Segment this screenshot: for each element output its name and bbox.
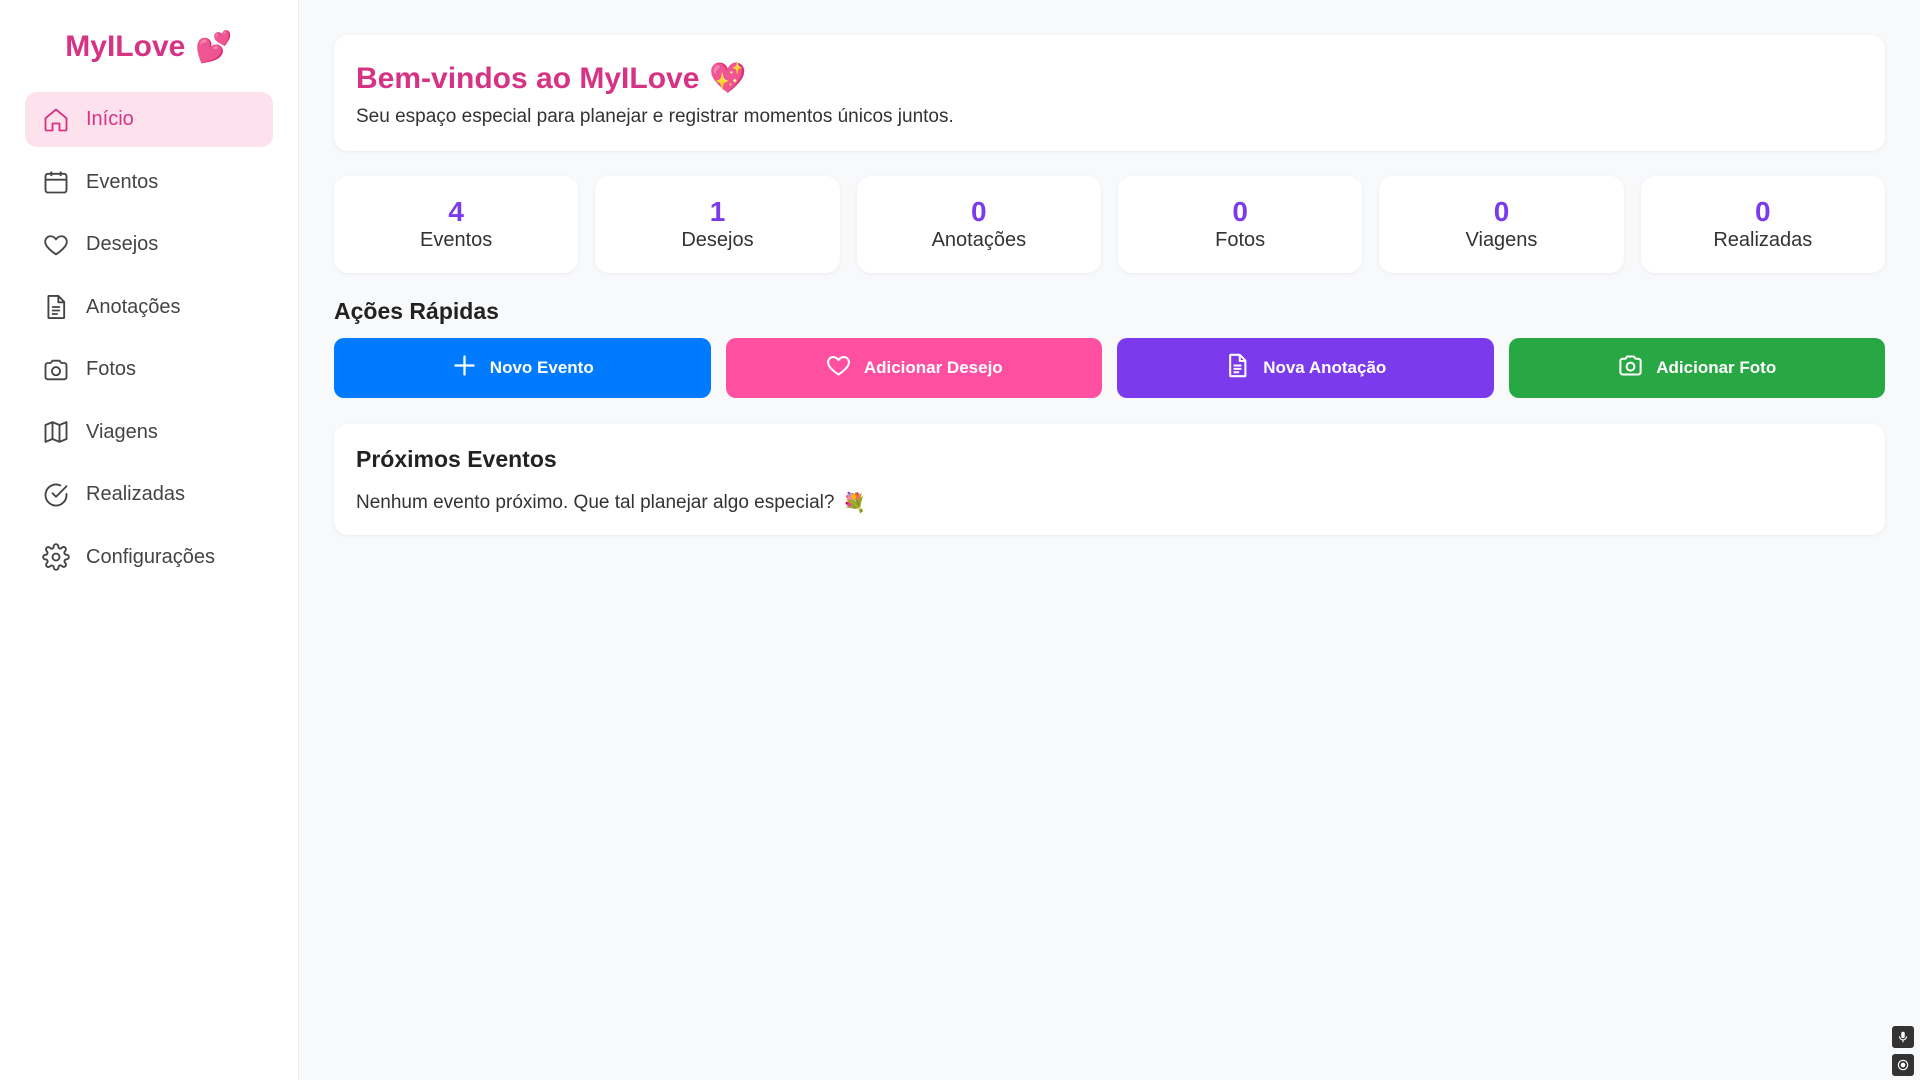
camera-icon bbox=[1617, 352, 1644, 384]
empty-message-text: Nenhum evento próximo. Que tal planejar … bbox=[356, 492, 835, 513]
sidebar-item-label: Viagens bbox=[86, 420, 158, 443]
new-note-button[interactable]: Nova Anotação bbox=[1117, 338, 1494, 398]
home-icon bbox=[41, 105, 71, 135]
sidebar-item-fotos[interactable]: Fotos bbox=[25, 342, 273, 397]
button-label: Adicionar Desejo bbox=[863, 358, 1003, 377]
stat-eventos[interactable]: 4 Eventos bbox=[334, 176, 579, 273]
stat-viagens[interactable]: 0 Viagens bbox=[1379, 176, 1624, 273]
button-label: Adicionar Foto bbox=[1656, 358, 1777, 377]
stats-row: 4 Eventos 1 Desejos 0 Anotações 0 Fotos … bbox=[334, 176, 1885, 273]
main-content: Bem-vindos ao MyILove 💖 Seu espaço espec… bbox=[299, 0, 1920, 1080]
stat-value: 0 bbox=[971, 196, 987, 227]
stat-desejos[interactable]: 1 Desejos bbox=[595, 176, 840, 273]
stat-value: 0 bbox=[1755, 196, 1771, 227]
stat-value: 0 bbox=[1232, 196, 1248, 227]
sparkling-heart-icon: 💖 bbox=[709, 62, 747, 95]
bouquet-icon: 💐 bbox=[842, 493, 867, 514]
sidebar-item-label: Realizadas bbox=[86, 483, 185, 505]
sidebar-item-label: Início bbox=[86, 108, 134, 130]
heart-icon bbox=[41, 230, 71, 260]
stat-value: 1 bbox=[709, 196, 726, 227]
welcome-title: Bem-vindos ao MyILove bbox=[356, 61, 700, 95]
page-title: Bem-vindos ao MyILove 💖 bbox=[356, 61, 1863, 96]
app-root: MyILove 💕 Início Eventos Desejos Anotaçõ… bbox=[0, 0, 1920, 1080]
sidebar-item-label: Fotos bbox=[86, 358, 137, 380]
sidebar-item-desejos[interactable]: Desejos bbox=[25, 217, 273, 272]
quick-actions: Novo Evento Adicionar Desejo Nova Anotaç… bbox=[334, 338, 1885, 398]
welcome-card: Bem-vindos ao MyILove 💖 Seu espaço espec… bbox=[334, 35, 1885, 151]
stat-label: Viagens bbox=[1465, 229, 1538, 251]
stat-label: Eventos bbox=[420, 229, 493, 251]
microphone-icon[interactable] bbox=[1892, 1026, 1914, 1048]
welcome-subtitle: Seu espaço especial para planejar e regi… bbox=[356, 106, 954, 127]
add-wish-button[interactable]: Adicionar Desejo bbox=[725, 338, 1102, 398]
gear-icon bbox=[41, 542, 71, 572]
sidebar-item-configuracoes[interactable]: Configurações bbox=[25, 530, 273, 585]
button-label: Nova Anotação bbox=[1263, 358, 1387, 377]
sidebar-item-viagens[interactable]: Viagens bbox=[25, 405, 273, 460]
stat-label: Fotos bbox=[1215, 229, 1266, 251]
stat-value: 4 bbox=[448, 196, 464, 227]
stat-label: Desejos bbox=[681, 229, 754, 251]
upcoming-empty-message: Nenhum evento próximo. Que tal planejar … bbox=[356, 491, 1863, 515]
stat-label: Realizadas bbox=[1713, 229, 1813, 251]
document-icon bbox=[1224, 352, 1251, 384]
quick-actions-title: Ações Rápidas bbox=[334, 298, 499, 324]
new-event-button[interactable]: Novo Evento bbox=[334, 338, 711, 398]
stat-fotos[interactable]: 0 Fotos bbox=[1117, 176, 1363, 273]
sidebar-item-anotacoes[interactable]: Anotações bbox=[25, 280, 273, 335]
sidebar-nav: Início Eventos Desejos Anotações Fotos V… bbox=[25, 92, 273, 585]
settings-circle-icon[interactable] bbox=[1892, 1054, 1914, 1076]
brand-logo[interactable]: MyILove 💕 bbox=[25, 0, 273, 92]
map-icon bbox=[41, 417, 71, 447]
button-label: Novo Evento bbox=[489, 358, 594, 377]
sidebar-item-inicio[interactable]: Início bbox=[25, 92, 273, 147]
camera-icon bbox=[41, 355, 71, 385]
stat-value: 0 bbox=[1493, 196, 1510, 227]
stat-realizadas[interactable]: 0 Realizadas bbox=[1640, 176, 1885, 273]
brand-name: MyILove bbox=[65, 30, 186, 63]
check-circle-icon bbox=[41, 480, 71, 510]
sidebar-item-label: Anotações bbox=[86, 295, 181, 318]
sidebar-item-realizadas[interactable]: Realizadas bbox=[25, 467, 273, 522]
plus-icon bbox=[451, 352, 478, 384]
sidebar: MyILove 💕 Início Eventos Desejos Anotaçõ… bbox=[0, 0, 299, 1080]
heart-icon bbox=[825, 352, 852, 384]
stat-anotacoes[interactable]: 0 Anotações bbox=[856, 176, 1101, 273]
upcoming-title: Próximos Eventos bbox=[356, 446, 557, 472]
sidebar-item-label: Configurações bbox=[86, 545, 215, 568]
upcoming-events-card: Próximos Eventos Nenhum evento próximo. … bbox=[334, 424, 1885, 535]
corner-tools bbox=[1892, 1026, 1914, 1076]
sidebar-item-eventos[interactable]: Eventos bbox=[25, 155, 273, 210]
sidebar-item-label: Desejos bbox=[86, 233, 159, 255]
stat-label: Anotações bbox=[931, 229, 1027, 251]
document-icon bbox=[41, 292, 71, 322]
calendar-icon bbox=[41, 167, 71, 197]
brand-emoji: 💕 bbox=[195, 30, 233, 64]
sidebar-item-label: Eventos bbox=[86, 170, 159, 193]
add-photo-button[interactable]: Adicionar Foto bbox=[1508, 338, 1885, 398]
